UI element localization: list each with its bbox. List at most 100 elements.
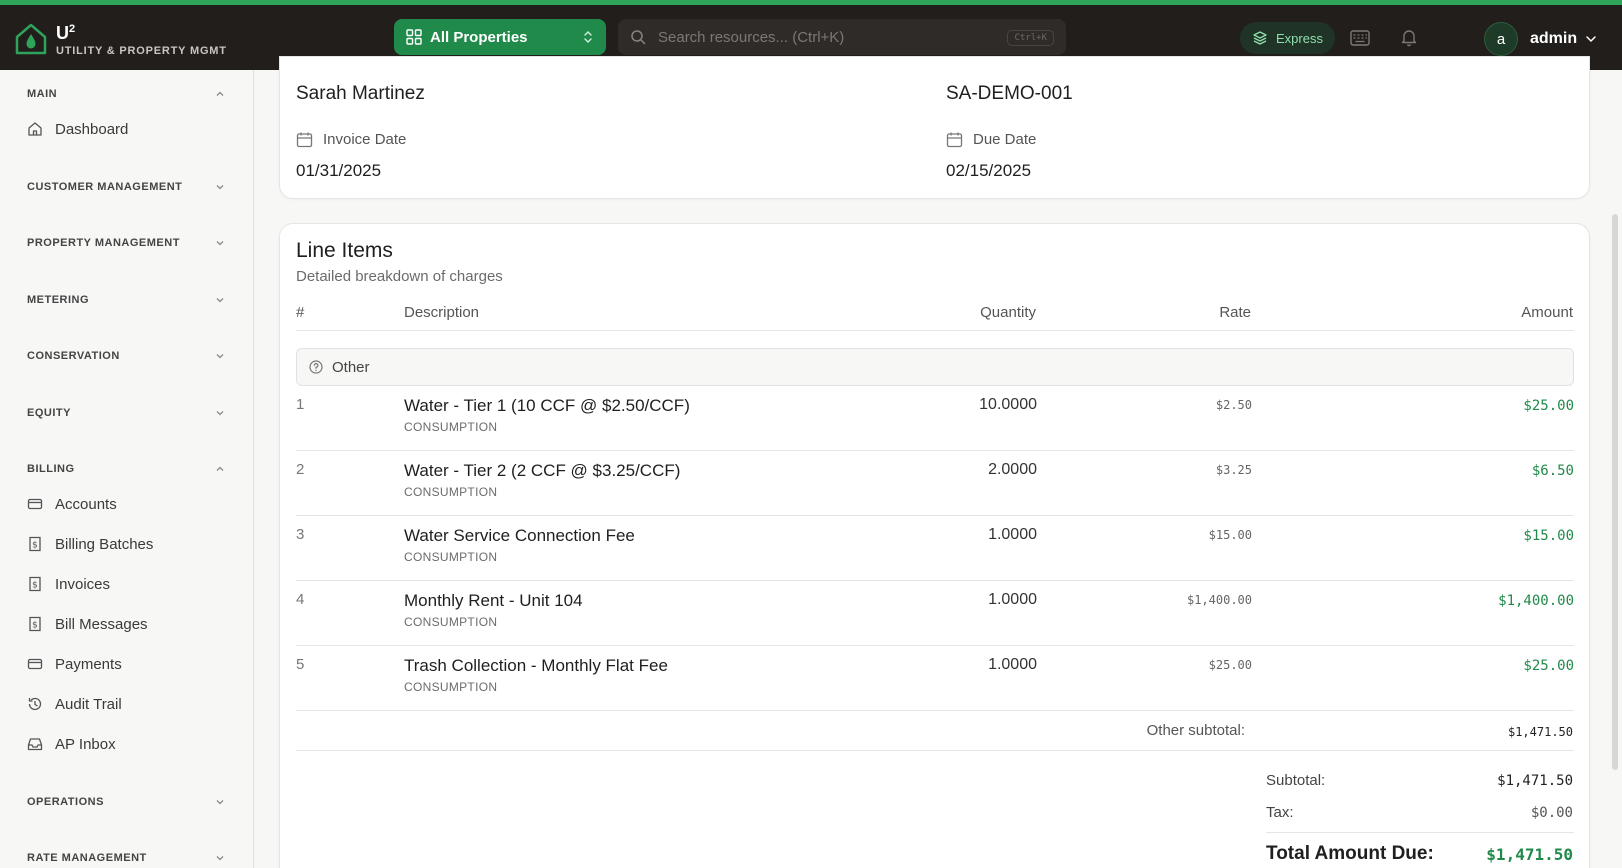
house-drop-logo-icon (15, 23, 47, 54)
chevron-down-icon (216, 856, 224, 861)
row-rate: $3.25 (1215, 463, 1252, 477)
total-amount-due-value: $1,471.50 (1486, 845, 1573, 864)
express-label: Express (1276, 30, 1323, 46)
table-row: 2 Water - Tier 2 (2 CCF @ $3.25/CCF) CON… (296, 451, 1574, 516)
nav-group-label: BILLING (27, 463, 75, 475)
search-shortcut-hint: Ctrl+K (1007, 30, 1054, 46)
search-input[interactable] (658, 28, 998, 46)
table-row: 1 Water - Tier 1 (10 CCF @ $2.50/CCF) CO… (296, 386, 1574, 451)
nav-group-label: PROPERTY MANAGEMENT (27, 237, 180, 249)
sidebar-item-dashboard[interactable]: Dashboard (27, 117, 128, 141)
row-description: Water - Tier 2 (2 CCF @ $3.25/CCF) (404, 461, 681, 480)
row-number: 1 (296, 396, 305, 413)
line-items-title: Line Items (296, 239, 393, 262)
help-circle-icon (309, 360, 323, 374)
header-divider (296, 330, 1574, 331)
nav-group-operations[interactable]: OPERATIONS (27, 794, 225, 810)
search-icon (631, 30, 646, 45)
keyboard-icon[interactable] (1350, 30, 1370, 46)
nav-group-equity[interactable]: EQUITY (27, 405, 225, 421)
group-subtotal-value: $1,471.50 (1507, 725, 1573, 739)
inbox-icon (27, 738, 43, 751)
row-description: Water Service Connection Fee (404, 526, 635, 545)
nav-group-billing[interactable]: BILLING (27, 461, 225, 477)
row-quantity: 1.0000 (988, 591, 1037, 608)
receipt-icon: $ (29, 576, 41, 592)
row-quantity: 10.0000 (979, 396, 1037, 413)
column-header-description: Description (404, 304, 480, 321)
page-scrollbar[interactable] (1612, 214, 1618, 770)
nav-group-conservation[interactable]: CONSERVATION (27, 348, 225, 364)
receipt-icon: $ (29, 616, 41, 632)
chevron-up-icon (216, 91, 224, 96)
sidebar-item-label: Audit Trail (55, 695, 122, 713)
invoice-date: 01/31/2025 (296, 161, 382, 180)
bell-icon[interactable] (1399, 27, 1419, 47)
invoice-date-label-text: Invoice Date (323, 131, 407, 148)
nav-group-label: OPERATIONS (27, 796, 104, 808)
sidebar-item-payments[interactable]: Payments (27, 652, 122, 676)
sidebar-item-label: Invoices (55, 575, 111, 593)
row-type: CONSUMPTION (404, 420, 498, 434)
row-number: 2 (296, 461, 305, 478)
row-amount: $25.00 (1523, 398, 1574, 414)
app-logo[interactable]: U2 UTILITY & PROPERTY MGMT (14, 20, 227, 57)
nav-group-customer-management[interactable]: CUSTOMER MANAGEMENT (27, 179, 225, 195)
express-mode-button[interactable]: Express (1240, 22, 1335, 54)
column-header-amount: Amount (1521, 304, 1573, 321)
customer-name: Sarah Martinez (296, 83, 425, 104)
row-type: CONSUMPTION (404, 485, 498, 499)
group-subtotal-label: Other subtotal: (1146, 722, 1245, 739)
sidebar-item-ap-inbox[interactable]: AP Inbox (27, 732, 116, 756)
svg-text:$: $ (32, 621, 38, 631)
subtotal-divider (296, 750, 1574, 751)
svg-text:$: $ (32, 541, 38, 551)
calendar-icon (296, 132, 313, 148)
chevron-down-icon (216, 241, 224, 246)
column-header-quantity: Quantity (980, 304, 1036, 321)
chevron-down-icon (1586, 36, 1596, 43)
brand-subtitle: UTILITY & PROPERTY MGMT (56, 45, 227, 57)
grid-icon (406, 29, 422, 45)
user-menu[interactable]: a admin (1484, 22, 1597, 56)
sidebar-item-label: Dashboard (55, 120, 129, 138)
row-quantity: 2.0000 (988, 461, 1037, 478)
nav-group-label: MAIN (27, 88, 58, 100)
search-bar[interactable]: Ctrl+K (618, 19, 1066, 55)
sidebar-item-bill-messages[interactable]: $ Bill Messages (27, 612, 148, 636)
row-amount: $15.00 (1523, 528, 1574, 544)
line-item-group-other: Other (296, 348, 1574, 386)
row-number: 5 (296, 656, 305, 673)
receipt-icon: $ (29, 536, 41, 552)
sidebar-item-accounts[interactable]: Accounts (27, 492, 117, 516)
credit-card-icon (27, 658, 43, 670)
sidebar-item-audit-trail[interactable]: Audit Trail (27, 692, 122, 716)
sidebar-item-invoices[interactable]: $ Invoices (27, 572, 110, 596)
nav-group-rate-management[interactable]: RATE MANAGEMENT (27, 850, 225, 866)
nav-group-property-management[interactable]: PROPERTY MANAGEMENT (27, 235, 225, 251)
invoice-info-card: Sarah Martinez SA-DEMO-001 Invoice Date … (279, 56, 1590, 199)
sidebar-item-label: Billing Batches (55, 535, 154, 553)
sidebar-item-billing-batches[interactable]: $ Billing Batches (27, 532, 153, 556)
row-rate: $25.00 (1208, 658, 1252, 672)
sidebar-item-label: Accounts (55, 495, 117, 513)
nav-group-main[interactable]: MAIN (27, 86, 225, 102)
avatar: a (1484, 22, 1518, 56)
row-rate: $15.00 (1208, 528, 1252, 542)
property-selector[interactable]: All Properties (394, 19, 606, 55)
row-quantity: 1.0000 (988, 656, 1037, 673)
total-divider (1266, 832, 1574, 833)
column-header-rate: Rate (1219, 304, 1251, 321)
svg-text:$: $ (32, 581, 38, 591)
table-row: 4 Monthly Rent - Unit 104 CONSUMPTION 1.… (296, 581, 1574, 646)
layers-icon (1253, 31, 1267, 45)
row-amount: $6.50 (1531, 463, 1574, 479)
table-row: 3 Water Service Connection Fee CONSUMPTI… (296, 516, 1574, 581)
due-date-label-text: Due Date (973, 131, 1037, 148)
total-amount-due-label: Total Amount Due: (1266, 843, 1434, 864)
home-icon (28, 122, 42, 136)
nav-group-label: CUSTOMER MANAGEMENT (27, 181, 183, 193)
row-description: Water - Tier 1 (10 CCF @ $2.50/CCF) (404, 396, 690, 415)
nav-group-metering[interactable]: METERING (27, 292, 225, 308)
tax-label: Tax: (1266, 804, 1294, 821)
